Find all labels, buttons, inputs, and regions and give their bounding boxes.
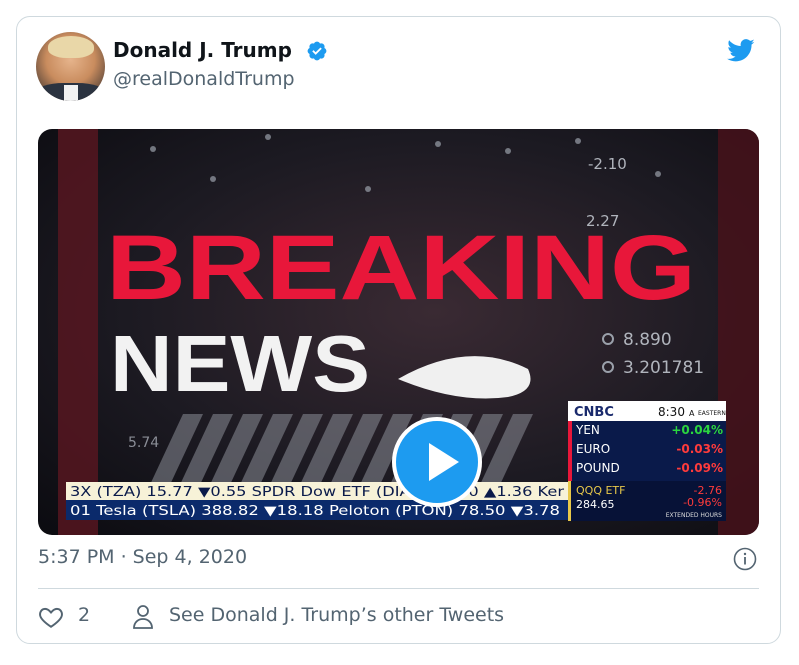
fx-value: -0.09% <box>676 461 723 475</box>
clock-zone: EASTERN <box>698 410 726 417</box>
fx-label: YEN <box>575 423 600 437</box>
avatar[interactable] <box>36 32 105 101</box>
cnbc-logo: CNBC <box>574 405 614 420</box>
divider <box>38 588 759 589</box>
qqq-price: 284.65 <box>576 498 615 511</box>
info-icon[interactable] <box>733 547 757 571</box>
bg-number: 8.890 <box>623 330 672 350</box>
bg-number: 5.74 <box>128 435 159 451</box>
clock-time: 8:30 <box>658 405 685 419</box>
fx-value: +0.04% <box>671 423 723 437</box>
verified-badge-icon <box>307 41 327 61</box>
twitter-bird-icon[interactable] <box>724 36 758 64</box>
qqq-pct: -0.96% <box>683 496 722 509</box>
like-count[interactable]: 2 <box>78 604 90 626</box>
bg-number: 2.27 <box>586 212 619 230</box>
fx-label: POUND <box>576 461 620 475</box>
bg-number: -2.10 <box>588 155 627 173</box>
person-icon[interactable] <box>132 604 154 630</box>
author-name[interactable]: Donald J. Trump <box>113 38 292 62</box>
clock-suffix: A <box>689 409 695 418</box>
ticker-top: 3X (TZA) 15.77 ▼0.55 SPDR Dow ETF (DIA) … <box>70 485 565 500</box>
fx-value: -0.03% <box>676 442 723 456</box>
bg-number: 3.201781 <box>623 358 704 378</box>
heart-icon[interactable] <box>38 604 64 630</box>
other-tweets-link[interactable]: See Donald J. Trump’s other Tweets <box>169 604 504 626</box>
play-button[interactable] <box>392 417 482 507</box>
tweet-timestamp[interactable]: 5:37 PM · Sep 4, 2020 <box>38 546 247 568</box>
fx-label: EURO <box>576 442 610 456</box>
headline-news: NEWS <box>110 319 370 408</box>
ticker-bottom: 01 Tesla (TSLA) 388.82 ▼18.18 Peloton (P… <box>70 504 560 519</box>
extended-hours: EXTENDED HOURS <box>666 512 722 519</box>
author-handle[interactable]: @realDonaldTrump <box>113 68 295 90</box>
video-thumbnail[interactable]: BREAKING NEWS -2.10 2.27 8.890 3.201781 … <box>38 129 759 535</box>
qqq-label: QQQ ETF <box>576 484 625 497</box>
headline-breaking: BREAKING <box>106 217 696 319</box>
